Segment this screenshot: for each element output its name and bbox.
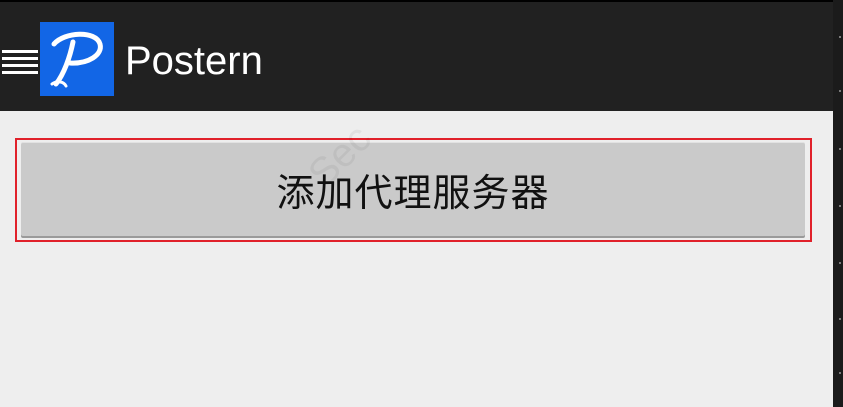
action-bar: Postern	[0, 0, 833, 111]
background-window-edge	[833, 0, 843, 407]
app-title: Postern	[125, 39, 263, 83]
add-proxy-server-button[interactable]: 添加代理服务器	[21, 143, 805, 236]
app-logo[interactable]	[40, 22, 114, 96]
app-window: Postern 添加代理服务器 Sec	[0, 0, 833, 407]
hamburger-menu-icon[interactable]	[0, 46, 40, 78]
